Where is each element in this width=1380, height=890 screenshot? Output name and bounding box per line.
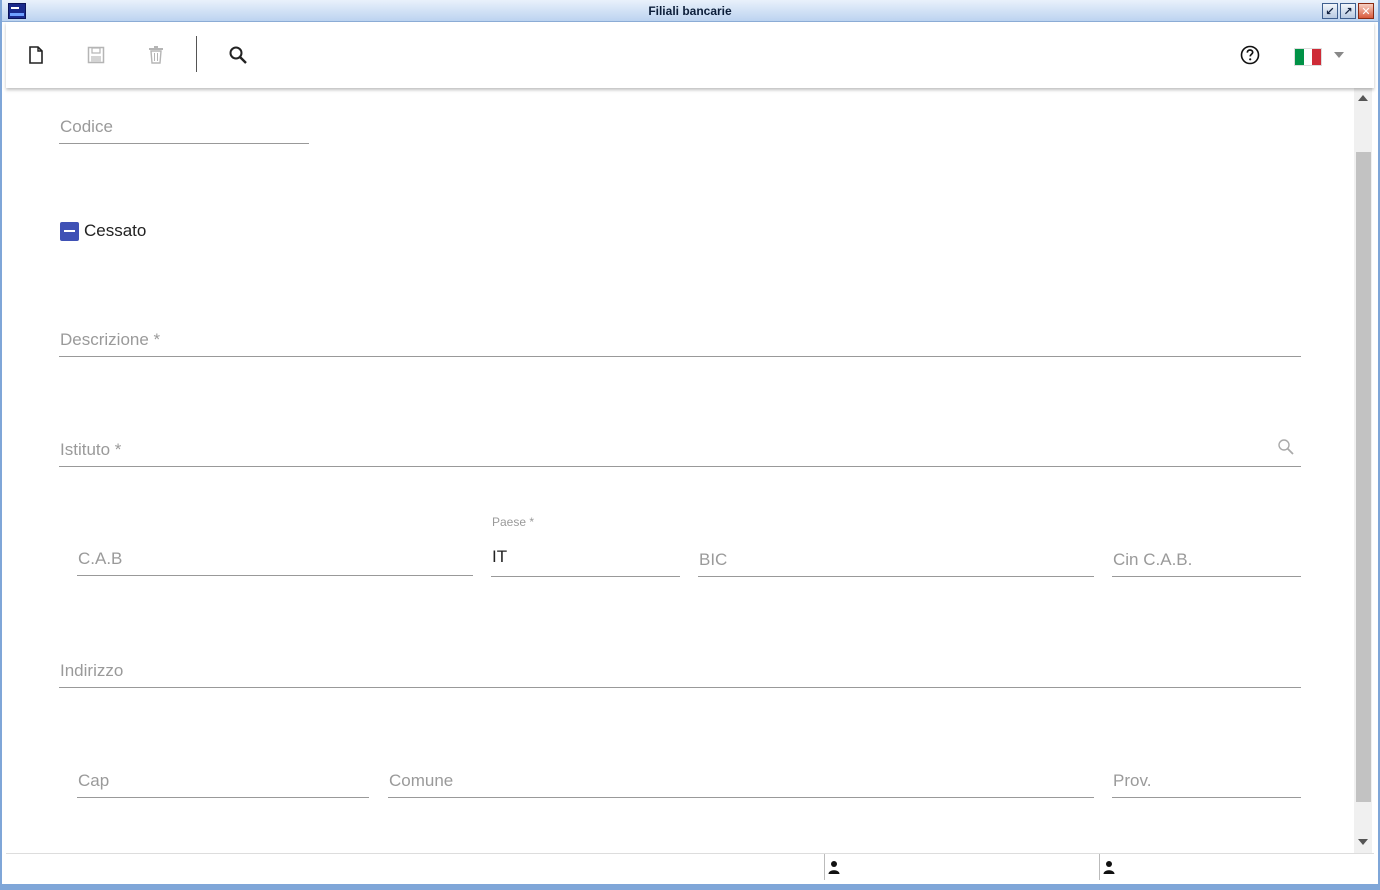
comune-label: Comune [389,771,454,790]
search-icon[interactable] [1277,438,1295,456]
new-button[interactable] [24,42,48,68]
search-icon [229,46,247,64]
descrizione-label: Descrizione * [60,330,161,349]
close-button[interactable]: ✕ [1358,3,1374,19]
cab-field[interactable]: C.A.B [77,536,473,576]
minimize-button[interactable]: ↙ [1322,3,1338,19]
delete-button[interactable] [144,42,168,68]
search-button[interactable] [226,42,250,68]
cap-field[interactable]: Cap [77,758,369,798]
comune-field[interactable]: Comune [388,758,1094,798]
bic-label: BIC [699,550,728,569]
indirizzo-label: Indirizzo [60,661,124,680]
codice-label: Codice [60,117,113,136]
cab-label: C.A.B [78,549,123,568]
istituto-field[interactable]: Istituto * [59,427,1301,467]
italy-flag-icon [1295,49,1304,65]
cessato-label: Cessato [84,221,147,240]
toolbar-divider [196,36,197,72]
scroll-thumb[interactable] [1356,152,1371,802]
window-bottom-border [0,884,1380,890]
chevron-down-icon[interactable] [1334,52,1344,58]
help-button[interactable] [1238,42,1262,68]
help-icon [1240,45,1260,65]
save-icon [87,46,105,64]
prov-field[interactable]: Prov. [1112,758,1301,798]
form-area: Codice Descrizione * Istituto * C.A.B Pa… [6,88,1354,853]
codice-field[interactable]: Codice [59,104,309,144]
status-bar [6,853,1374,884]
cin-cab-field[interactable]: Cin C.A.B. [1112,537,1301,577]
istituto-label: Istituto * [60,440,122,459]
title-bar: Filiali bancarie ↙ ↗ ✕ [2,0,1378,22]
save-button[interactable] [84,42,108,68]
scroll-up-arrow-icon[interactable] [1358,95,1368,101]
paese-value: IT [492,547,508,566]
user-icon [1103,861,1115,874]
vertical-scrollbar[interactable] [1354,88,1372,853]
status-divider [824,854,825,880]
user-icon [828,861,840,874]
trash-icon [149,46,163,64]
paese-label: Paese * [492,515,535,529]
bic-field[interactable]: BIC [698,537,1094,577]
cin-cab-label: Cin C.A.B. [1113,550,1193,569]
prov-label: Prov. [1113,771,1152,790]
new-document-icon [29,46,43,64]
descrizione-field[interactable]: Descrizione * [59,317,1301,357]
status-divider [1099,854,1100,880]
maximize-button[interactable]: ↗ [1340,3,1356,19]
scroll-down-arrow-icon[interactable] [1358,839,1368,845]
cap-label: Cap [78,771,110,790]
cessato-checkbox[interactable] [60,221,79,241]
language-selector[interactable] [1294,48,1322,66]
indirizzo-field[interactable]: Indirizzo [59,648,1301,688]
toolbar [6,22,1374,88]
cessato-checkbox-row[interactable]: Cessato [60,221,146,241]
paese-field[interactable]: Paese * IT [491,515,680,577]
window-title: Filiali bancarie [648,4,732,18]
